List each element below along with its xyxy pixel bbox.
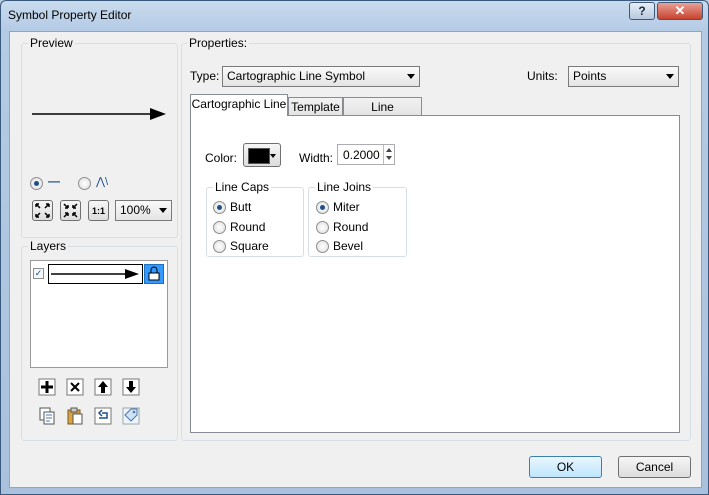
close-button[interactable]: ✕ <box>657 2 703 20</box>
zoom-out-button[interactable] <box>60 200 81 221</box>
chevron-down-icon <box>270 154 276 158</box>
layers-list[interactable]: ✓ <box>30 260 168 368</box>
units-label: Units: <box>527 69 558 83</box>
line-join-miter-label: Miter <box>333 200 360 214</box>
layer-symbol-thumbnail <box>48 264 143 284</box>
properties-label: Properties: <box>187 36 250 50</box>
chevron-down-icon <box>407 74 415 79</box>
line-joins-group: Line Joins Miter Round Bevel <box>308 180 407 257</box>
width-value: 0.2000 <box>343 148 380 162</box>
title-bar[interactable]: Symbol Property Editor ? ✕ <box>1 1 708 31</box>
chevron-down-icon <box>159 208 167 213</box>
paste-icon <box>67 407 83 425</box>
type-label: Type: <box>190 69 220 83</box>
units-select[interactable]: Points <box>568 66 679 87</box>
dialog-client-area: Preview — ⋀\ 1:1 100% Layers ✓ Propertie… <box>9 31 702 488</box>
remove-layer-button[interactable] <box>65 377 85 397</box>
ok-button[interactable]: OK <box>529 456 602 478</box>
properties-group: Properties: Type: Cartographic Line Symb… <box>181 36 691 441</box>
line-cap-square-label: Square <box>230 239 269 253</box>
line-join-round-radio[interactable] <box>316 221 329 234</box>
line-join-bevel-radio[interactable] <box>316 240 329 253</box>
copy-layer-button[interactable] <box>37 406 57 426</box>
preview-group: Preview — ⋀\ 1:1 100% <box>21 36 178 238</box>
line-cap-round-radio[interactable] <box>213 221 226 234</box>
type-value: Cartographic Line Symbol <box>227 69 366 83</box>
actual-size-button[interactable]: 1:1 <box>88 200 109 221</box>
layer-lock-toggle[interactable] <box>144 264 164 284</box>
window-title: Symbol Property Editor <box>8 8 132 22</box>
spin-down-icon[interactable] <box>386 156 392 160</box>
reset-layer-button[interactable] <box>93 406 113 426</box>
units-value: Points <box>573 69 607 83</box>
line-cap-butt-label: Butt <box>230 200 252 214</box>
tab-line-properties[interactable]: Line Properties <box>343 97 422 132</box>
line-cap-butt-radio[interactable] <box>213 201 226 214</box>
layer-row[interactable]: ✓ <box>33 264 165 284</box>
move-layer-up-button[interactable] <box>93 377 113 397</box>
undo-icon <box>94 407 112 425</box>
color-picker-button[interactable] <box>243 143 281 167</box>
line-caps-label: Line Caps <box>213 180 272 194</box>
layer-line-arrow <box>51 269 139 279</box>
line-cap-square-radio[interactable] <box>213 240 226 253</box>
layers-label: Layers <box>28 239 69 253</box>
add-layer-button[interactable] <box>37 377 57 397</box>
width-label: Width: <box>299 151 334 165</box>
preview-label: Preview <box>28 36 75 50</box>
preview-line-mode-radio[interactable] <box>30 177 43 190</box>
cancel-button[interactable]: Cancel <box>618 456 691 478</box>
tab-cartographic-line[interactable]: Cartographic Line <box>190 94 288 116</box>
layer-visible-checkbox[interactable]: ✓ <box>33 268 44 279</box>
line-join-miter-radio[interactable] <box>316 201 329 214</box>
color-label: Color: <box>205 151 238 165</box>
preview-line-arrow <box>32 108 166 120</box>
preview-marker-mode-radio[interactable] <box>78 177 91 190</box>
line-caps-group: Line Caps Butt Round Square <box>206 180 304 257</box>
chevron-down-icon <box>666 74 674 79</box>
line-mode-icon: — <box>48 174 60 188</box>
line-join-bevel-label: Bevel <box>333 239 364 253</box>
line-joins-label: Line Joins <box>315 180 374 194</box>
zoom-in-icon <box>35 203 50 218</box>
type-select[interactable]: Cartographic Line Symbol <box>222 66 420 87</box>
tag-icon <box>122 407 140 425</box>
dialog-window: Symbol Property Editor ? ✕ Preview — ⋀\ <box>0 0 709 495</box>
arrow-down-icon <box>122 378 140 396</box>
zoom-in-button[interactable] <box>32 200 53 221</box>
paste-layer-button[interactable] <box>65 406 85 426</box>
width-spinbox[interactable]: 0.2000 <box>337 144 395 165</box>
delete-icon <box>66 378 84 396</box>
layers-group: Layers ✓ <box>21 239 178 441</box>
zoom-out-icon <box>63 203 78 218</box>
spin-up-icon[interactable] <box>386 148 392 152</box>
copy-icon <box>39 407 55 425</box>
plus-icon <box>38 378 56 396</box>
line-cap-round-label: Round <box>230 220 266 234</box>
color-swatch <box>248 148 270 164</box>
lock-icon <box>148 266 160 281</box>
width-spin-buttons[interactable] <box>383 145 394 164</box>
symbol-tag-button[interactable] <box>121 406 141 426</box>
line-join-round-label: Round <box>333 220 369 234</box>
move-layer-down-button[interactable] <box>121 377 141 397</box>
arrow-up-icon <box>94 378 112 396</box>
marker-mode-icon: ⋀\ <box>96 176 109 188</box>
tab-template[interactable]: Template <box>288 97 343 116</box>
zoom-value: 100% <box>120 203 151 217</box>
help-button[interactable]: ? <box>629 2 655 20</box>
zoom-select[interactable]: 100% <box>115 200 172 221</box>
tab-content-cartographic-line: Color: Width: 0.2000 Line Caps Butt Roun… <box>190 115 680 433</box>
